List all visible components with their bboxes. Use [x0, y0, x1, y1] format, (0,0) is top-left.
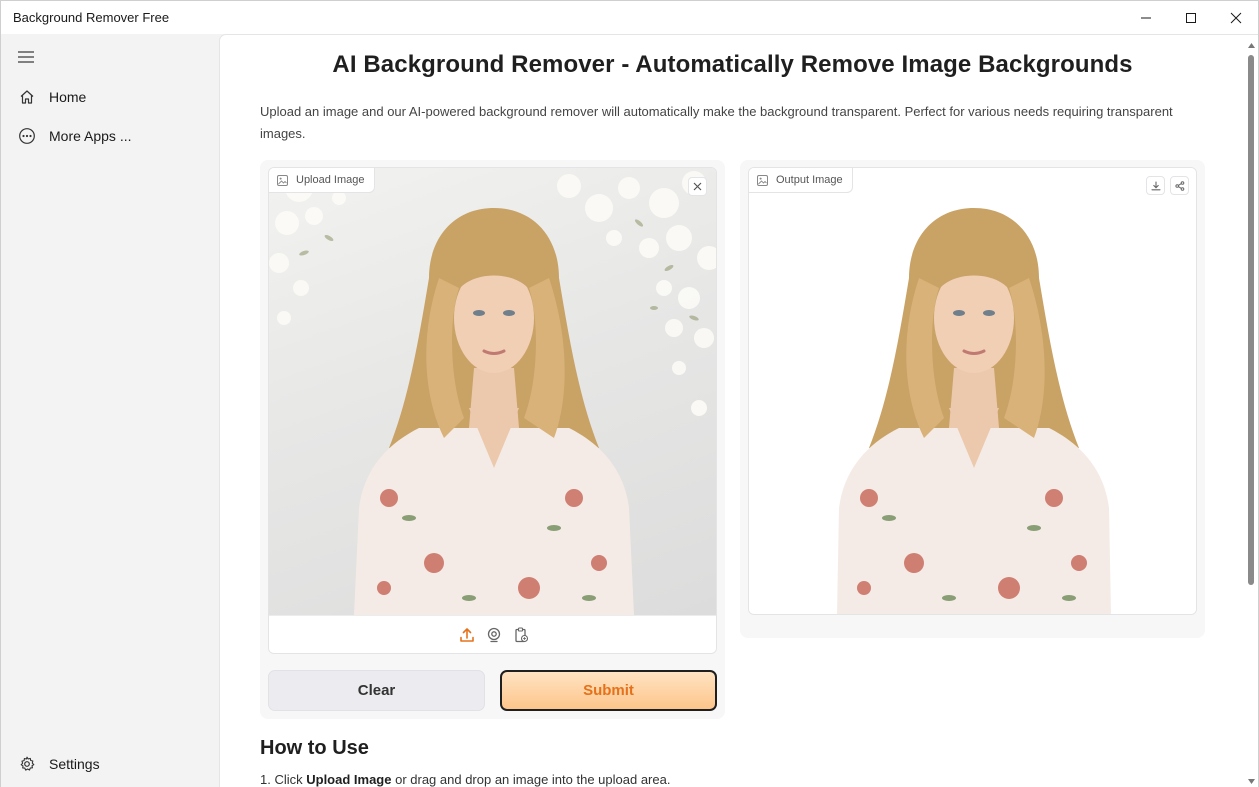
webcam-icon — [487, 627, 500, 643]
close-icon — [1230, 12, 1241, 23]
how-to-title: How to Use — [260, 737, 369, 759]
home-icon — [9, 89, 45, 105]
arrow-up-icon — [1247, 42, 1255, 48]
sidebar-item-label: Home — [49, 89, 87, 105]
sidebar-item-label: Settings — [49, 756, 100, 772]
window-controls — [1123, 1, 1258, 34]
window-title: Background Remover Free — [13, 10, 170, 25]
hamburger-icon — [18, 51, 34, 63]
output-image-label: Output Image — [749, 168, 853, 193]
sidebar: Home More Apps ... Settings — [1, 34, 219, 787]
app-window: Background Remover Free Home More Apps .… — [0, 0, 1259, 787]
scroll-up-arrow[interactable] — [1247, 41, 1255, 49]
sidebar-item-settings[interactable]: Settings — [7, 746, 213, 782]
vertical-scrollbar[interactable] — [1246, 39, 1256, 787]
more-apps-icon — [9, 127, 45, 145]
scroll-thumb[interactable] — [1248, 55, 1254, 585]
upload-image-label: Upload Image — [269, 168, 375, 193]
upload-file-button[interactable] — [458, 626, 476, 644]
page-title: AI Background Remover - Automatically Re… — [332, 51, 1133, 78]
output-panel: Output Image — [740, 160, 1205, 638]
clear-button[interactable]: Clear — [268, 670, 485, 711]
scroll-down-arrow[interactable] — [1247, 777, 1255, 785]
uploaded-photo — [269, 168, 716, 615]
main-content: AI Background Remover - Automatically Re… — [219, 34, 1258, 787]
remove-image-button[interactable] — [688, 177, 707, 196]
how-to-step-1-prefix: 1. Click — [260, 772, 307, 787]
download-button[interactable] — [1146, 176, 1165, 195]
menu-toggle-button[interactable] — [15, 48, 37, 66]
close-icon — [693, 182, 702, 191]
share-button[interactable] — [1170, 176, 1189, 195]
minimize-icon — [1140, 17, 1151, 18]
how-to-step-1-suffix: or drag and drop an image into the uploa… — [391, 772, 671, 787]
upload-icon — [459, 628, 474, 642]
arrow-down-icon — [1247, 778, 1255, 784]
maximize-button[interactable] — [1168, 1, 1213, 34]
upload-image-label-text: Upload Image — [296, 174, 365, 186]
output-image-label-text: Output Image — [776, 174, 843, 186]
how-to-step-1-bold: Upload Image — [306, 772, 392, 787]
sidebar-item-home[interactable]: Home — [7, 79, 213, 115]
image-icon — [757, 174, 768, 186]
submit-button[interactable]: Submit — [500, 670, 717, 711]
paste-clipboard-button[interactable] — [512, 626, 530, 644]
minimize-button[interactable] — [1123, 1, 1168, 34]
sidebar-item-label: More Apps ... — [49, 128, 132, 144]
output-photo — [749, 168, 1196, 614]
page-description: Upload an image and our AI-powered backg… — [260, 104, 1173, 141]
gear-icon — [9, 756, 45, 772]
output-image-box: Output Image — [748, 167, 1197, 615]
upload-toolbar — [269, 615, 716, 653]
upload-image-box[interactable]: Upload Image — [268, 167, 717, 654]
maximize-icon — [1185, 12, 1196, 23]
image-icon — [277, 174, 288, 186]
webcam-button[interactable] — [485, 626, 503, 644]
title-bar: Background Remover Free — [1, 1, 1258, 34]
how-to-step-1: 1. Click Upload Image or drag and drop a… — [260, 772, 670, 787]
upload-panel: Upload Image Clear Submit — [260, 160, 725, 719]
sidebar-item-more-apps[interactable]: More Apps ... — [7, 118, 213, 154]
download-icon — [1150, 180, 1161, 190]
share-icon — [1174, 180, 1184, 191]
clipboard-icon — [514, 627, 528, 643]
close-window-button[interactable] — [1213, 1, 1258, 34]
